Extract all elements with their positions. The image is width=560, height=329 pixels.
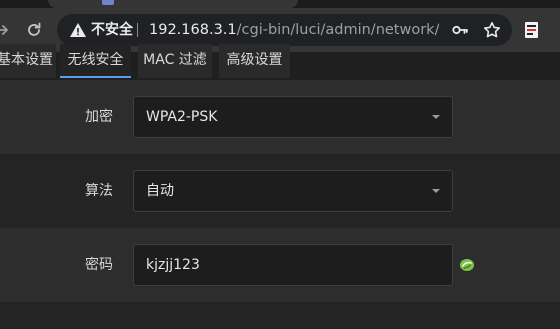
- tab-mac-filter[interactable]: MAC 过滤: [138, 44, 212, 78]
- url-host: 192.168.3.1: [149, 22, 237, 38]
- tab-advanced-settings[interactable]: 高级设置: [219, 44, 290, 78]
- algorithm-select[interactable]: 自动: [133, 170, 453, 212]
- forward-icon[interactable]: [0, 20, 12, 40]
- algorithm-value: 自动: [146, 183, 174, 199]
- browser-tab[interactable]: [48, 0, 298, 8]
- password-row: 密码 kjzjj123: [0, 228, 560, 302]
- encryption-label: 加密: [85, 109, 113, 125]
- algorithm-row: 算法 自动: [0, 154, 560, 228]
- tab-wireless-security[interactable]: 无线安全: [60, 44, 131, 78]
- chevron-down-icon: [432, 115, 440, 119]
- encryption-row: 加密 WPA2-PSK: [0, 80, 560, 154]
- security-status[interactable]: 不安全: [91, 14, 133, 46]
- browser-tabstrip: [0, 0, 560, 8]
- settings-tabs: 基本设置 无线安全 MAC 过滤 高级设置: [0, 44, 560, 80]
- warning-icon[interactable]: [69, 21, 87, 39]
- key-icon[interactable]: [451, 21, 469, 39]
- next-row: [0, 302, 560, 329]
- reveal-password-icon[interactable]: [459, 257, 475, 273]
- algorithm-label: 算法: [85, 183, 113, 199]
- url-path: /cgi-bin/luci/admin/network/wi...: [236, 22, 439, 38]
- tab-favicon-icon: [102, 0, 114, 5]
- password-label: 密码: [85, 257, 113, 273]
- reload-icon[interactable]: [24, 20, 44, 40]
- address-bar[interactable]: 不安全 192.168.3.1/cgi-bin/luci/admin/netwo…: [57, 14, 512, 46]
- password-input[interactable]: kjzjj123: [133, 244, 453, 286]
- password-value: kjzjj123: [146, 257, 200, 273]
- chevron-down-icon: [432, 189, 440, 193]
- encryption-value: WPA2-PSK: [146, 109, 218, 125]
- star-icon[interactable]: [483, 21, 501, 39]
- encryption-select[interactable]: WPA2-PSK: [133, 96, 453, 138]
- extension-icon[interactable]: [522, 20, 542, 40]
- url-text[interactable]: 192.168.3.1/cgi-bin/luci/admin/network/w…: [149, 14, 439, 46]
- separator: [137, 23, 138, 37]
- tab-basic-settings[interactable]: 基本设置: [0, 44, 56, 78]
